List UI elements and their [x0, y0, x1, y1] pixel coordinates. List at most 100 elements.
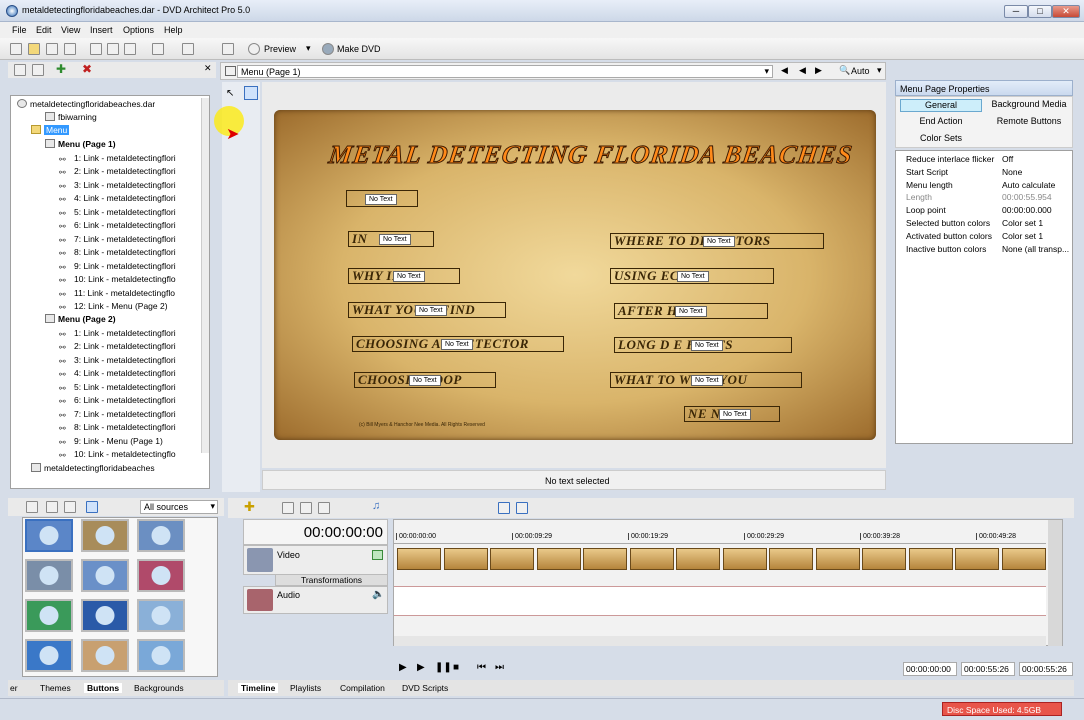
add-icon[interactable]: ✚ [56, 62, 66, 76]
tree-link-item[interactable]: ⚯ 10: Link - metaldetectingflo [59, 273, 199, 285]
tree-link-item[interactable]: ⚯ 9: Link - metaldetectingflori [59, 260, 199, 272]
save-as-icon[interactable] [64, 43, 76, 55]
tree-root[interactable]: metaldetectingfloridabeaches.dar [17, 98, 155, 110]
timeline-vscrollbar[interactable] [1048, 520, 1062, 646]
property-row[interactable]: Inactive button colors None (all transp..… [896, 243, 1072, 256]
audio-track-header[interactable]: Audio 🔈 [243, 586, 388, 614]
make-dvd-button[interactable]: Make DVD [337, 44, 381, 54]
button-thumbnail[interactable] [81, 599, 129, 632]
tree-item-page2[interactable]: Menu (Page 2) [45, 313, 116, 325]
tab-themes[interactable]: Themes [40, 683, 71, 693]
video-event-frame[interactable] [722, 548, 767, 570]
tree-link-item[interactable]: ⚯ 4: Link - metaldetectingflori [59, 367, 199, 379]
remove-icon[interactable] [46, 501, 58, 513]
next-marker-icon[interactable]: ⏭ [495, 662, 504, 673]
music-icon[interactable]: ♫ [372, 500, 380, 512]
button-thumbnail[interactable] [81, 559, 129, 592]
tree-link-item[interactable]: ⚯ 7: Link - metaldetectingflori [59, 233, 199, 245]
menu-button-right[interactable]: LONG D E HUNTS No Text [614, 337, 792, 353]
menu-edit[interactable]: Edit [36, 25, 52, 35]
timeline-hscrollbar[interactable] [394, 636, 1046, 646]
tree-link-item[interactable]: ⚯ 3: Link - metaldetectingflori [59, 354, 199, 366]
preview-icon[interactable] [248, 43, 260, 55]
tree-link-item[interactable]: ⚯ 12: Link - Menu (Page 2) [59, 300, 199, 312]
tab-remote-buttons[interactable]: Remote Buttons [988, 116, 1070, 129]
property-row[interactable]: Activated button colors Color set 1 [896, 230, 1072, 243]
redo-icon[interactable] [182, 43, 194, 55]
tree-close-icon[interactable]: ✕ [204, 63, 212, 74]
tab-general[interactable]: General [900, 99, 982, 112]
play-from-start-icon[interactable]: ▶ [399, 662, 407, 673]
ripple-icon[interactable] [516, 502, 528, 514]
tree-link-item[interactable]: ⚯ 1: Link - metaldetectingflori [59, 327, 199, 339]
property-row[interactable]: Start Script None [896, 166, 1072, 179]
monitor-icon[interactable] [372, 550, 383, 560]
property-row[interactable]: Selected button colors Color set 1 [896, 217, 1072, 230]
menu-button-right[interactable]: NE NU No Text [684, 406, 780, 422]
menu-title[interactable]: METAL DETECTING FLORIDA BEACHES [327, 140, 856, 170]
tab-timeline[interactable]: Timeline [238, 683, 279, 693]
tab-dvd-scripts[interactable]: DVD Scripts [402, 683, 448, 693]
menu-insert[interactable]: Insert [90, 25, 113, 35]
tree-link-item[interactable]: ⚯ 6: Link - metaldetectingflori [59, 394, 199, 406]
tree-item-fbiwarning[interactable]: fbiwarning [45, 111, 97, 123]
video-event-frame[interactable] [862, 548, 906, 570]
timecode[interactable]: 00:00:00:00 [304, 524, 383, 541]
menu-help[interactable]: Help [164, 25, 183, 35]
tree-link-item[interactable]: ⚯ 10: Link - metaldetectingflo [59, 448, 199, 460]
tree-link-item[interactable]: ⚯ 2: Link - metaldetectingflori [59, 165, 199, 177]
button-thumbnail[interactable] [25, 519, 73, 552]
tree-properties-icon[interactable] [32, 64, 44, 76]
tab-backgrounds[interactable]: Backgrounds [134, 683, 184, 693]
source-select[interactable]: All sources ▾ [140, 500, 218, 514]
maximize-button[interactable]: □ [1028, 5, 1052, 18]
delete-icon[interactable]: ✖ [82, 62, 92, 76]
video-event-frame[interactable] [815, 548, 860, 570]
tree-item-footer[interactable]: metaldetectingfloridabeaches [31, 462, 155, 474]
zoom-select[interactable]: Auto [851, 66, 870, 76]
new-icon[interactable] [10, 43, 22, 55]
next-page-icon[interactable]: ▶ [815, 65, 822, 76]
preview-button[interactable]: Preview [264, 44, 296, 54]
zoom-dropdown-icon[interactable]: ▾ [877, 65, 882, 76]
property-row[interactable]: Menu length Auto calculate [896, 179, 1072, 192]
menu-button-left[interactable]: CHOOSING A L DETECTORNo Text [352, 336, 564, 352]
menu-button-right[interactable]: USING ECTOR No Text [610, 268, 774, 284]
tab-buttons[interactable]: Buttons [84, 683, 123, 693]
prev-page-icon[interactable]: ◀ [781, 65, 788, 76]
view-icon[interactable] [86, 501, 98, 513]
video-event-frame[interactable] [629, 548, 674, 570]
cut-icon[interactable] [90, 43, 102, 55]
tree-link-item[interactable]: ⚯ 8: Link - metaldetectingflori [59, 421, 199, 433]
split-icon[interactable] [318, 502, 330, 514]
menu-options[interactable]: Options [123, 25, 154, 35]
video-event-frame[interactable] [536, 548, 581, 570]
pointer-icon[interactable]: ↖ [226, 88, 234, 99]
import-icon[interactable] [26, 501, 38, 513]
video-event-frame[interactable] [490, 548, 534, 570]
button-thumbnail[interactable] [137, 519, 185, 552]
tab-compilation[interactable]: Compilation [340, 683, 385, 693]
transformations-row[interactable]: Transformations [275, 574, 388, 586]
video-event-frame[interactable] [583, 548, 627, 570]
tree-link-item[interactable]: ⚯ 9: Link - Menu (Page 1) [59, 435, 199, 447]
tree-link-item[interactable]: ⚯ 5: Link - metaldetectingflori [59, 206, 199, 218]
save-icon[interactable] [46, 43, 58, 55]
undo-icon[interactable] [152, 43, 164, 55]
cut-icon[interactable] [282, 502, 294, 514]
paste-icon[interactable] [124, 43, 136, 55]
pause-icon[interactable]: ❚❚ [435, 662, 452, 673]
prev-marker-icon[interactable]: ⏮ [477, 662, 486, 673]
tree-item-page1[interactable]: Menu (Page 1) [45, 138, 116, 150]
video-event-frame[interactable] [1001, 548, 1046, 570]
speaker-icon[interactable]: 🔈 [372, 589, 384, 600]
trim-icon[interactable] [300, 502, 312, 514]
menu-view[interactable]: View [61, 25, 80, 35]
button-thumbnail[interactable] [25, 599, 73, 632]
menu-button-left[interactable]: CHOOSIN COOP No Text [354, 372, 496, 388]
button-thumbnail[interactable] [137, 639, 185, 672]
menu-button-right[interactable]: AFTER HUNT No Text [614, 303, 768, 319]
timeline-tracks[interactable]: 00:00:00:00 00:00:09:29 00:00:19:29 00:00:2… [393, 519, 1063, 646]
menu-button-top[interactable]: No Text [346, 190, 418, 207]
button-thumbnail[interactable] [25, 639, 73, 672]
